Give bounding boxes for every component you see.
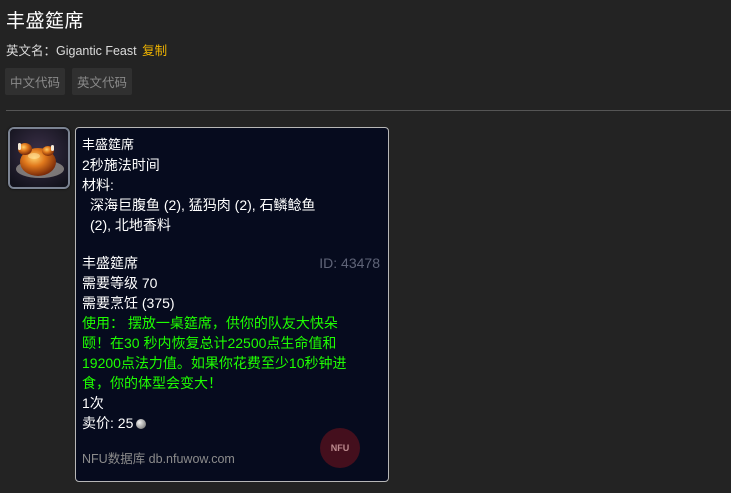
tooltip-cast-time: 2秒施法时间 — [82, 157, 160, 173]
english-name: Gigantic Feast — [56, 44, 137, 58]
tooltip-charges: 1次 — [82, 395, 104, 411]
tooltip-footer: NFU数据库 db.nfuwow.com — [82, 452, 235, 466]
copy-link[interactable]: 复制 — [142, 44, 167, 58]
tooltip-use-line: 使用： 摆放一桌筵席，供你的队友大快朵 — [82, 315, 338, 331]
tooltip-req-skill: 需要烹饪 (375) — [82, 295, 175, 311]
watermark-text: NFU — [330, 443, 350, 453]
tooltip-item-name: 丰盛筵席 — [82, 255, 138, 271]
tooltip-content: 丰盛筵席 2秒施法时间 材料: 深海巨腹鱼 (2), 猛犸肉 (2), 石鳞鲶鱼… — [82, 136, 382, 433]
tooltip-req-level: 需要等级 70 — [82, 275, 158, 291]
sell-price-value: 25 — [117, 415, 134, 431]
tooltip-spell-name: 丰盛筵席 — [82, 137, 135, 152]
divider — [6, 110, 731, 111]
nfu-watermark-logo: NFU — [320, 428, 360, 468]
tooltip-materials-line: (2), 北地香料 — [90, 217, 171, 233]
english-name-label: 英文名： — [6, 44, 57, 58]
silver-coin-icon — [136, 419, 147, 429]
item-tooltip: 丰盛筵席 2秒施法时间 材料: 深海巨腹鱼 (2), 猛犸肉 (2), 石鳞鲶鱼… — [75, 127, 389, 482]
page-title: 丰盛筵席 — [6, 11, 85, 32]
tooltip-item-row: 丰盛筵席 ID: 43478 — [82, 253, 382, 273]
code-button-row: 中文代码 英文代码 — [5, 68, 133, 95]
tooltip-use-line: 19200点法力值。如果你花费至少10秒钟进 — [82, 355, 347, 371]
tooltip-use-line: 食，你的体型会变大！ — [82, 375, 222, 391]
item-icon-frame[interactable] — [8, 127, 70, 189]
tooltip-item-id: ID: 43478 — [319, 255, 380, 271]
cn-code-button[interactable]: 中文代码 — [5, 68, 66, 95]
tooltip-use-line: 颐！在30 秒内恢复总计22500点生命值和 — [82, 335, 337, 351]
sell-price-label: 卖价: — [82, 415, 118, 431]
tooltip-materials-label: 材料: — [82, 177, 114, 193]
en-code-button[interactable]: 英文代码 — [72, 68, 133, 95]
english-name-row: 英文名：Gigantic Feast 复制 — [6, 40, 167, 59]
tooltip-spacer — [82, 235, 382, 253]
roasted-turkey-icon — [10, 129, 68, 187]
item-page: 丰盛筵席 英文名：Gigantic Feast 复制 中文代码 英文代码 丰盛筵… — [0, 0, 731, 493]
tooltip-materials-line: 深海巨腹鱼 (2), 猛犸肉 (2), 石鳞鲶鱼 — [90, 197, 316, 213]
